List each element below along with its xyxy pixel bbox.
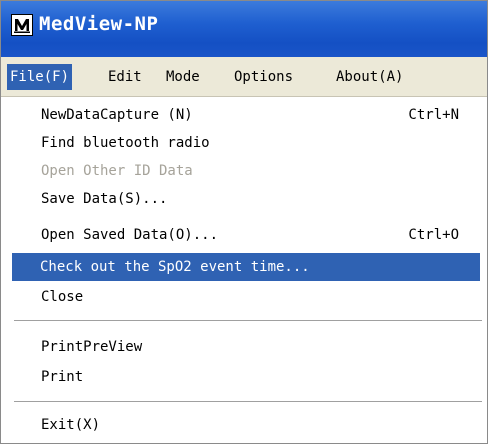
menu-item-label: Save Data(S)... (41, 191, 168, 207)
menu-item-label: Print (41, 369, 84, 385)
menu-item-open-saved-data[interactable]: Open Saved Data(O)... Ctrl+O (13, 221, 485, 249)
menu-item-find-bluetooth-radio[interactable]: Find bluetooth radio (13, 129, 485, 157)
menu-item-label: Find bluetooth radio (41, 135, 210, 151)
window-title: MedView-NP (39, 13, 159, 35)
menu-item-label: NewDataCapture (N) (41, 107, 193, 123)
menu-bar: File(F) Edit Mode Options About(A) (1, 57, 487, 97)
menu-options[interactable]: Options (231, 64, 296, 90)
menu-item-print[interactable]: Print (13, 363, 485, 391)
menu-item-label: Check out the SpO2 event time... (40, 259, 310, 275)
shortcut-label: Ctrl+N (408, 107, 459, 123)
menu-item-exit[interactable]: Exit(X) (13, 411, 485, 439)
menu-item-new-data-capture[interactable]: NewDataCapture (N) Ctrl+N (13, 101, 485, 129)
menu-item-open-other-id-data: Open Other ID Data (13, 157, 485, 185)
menu-mode[interactable]: Mode (163, 64, 203, 90)
menu-item-label: Close (41, 289, 84, 305)
menu-item-check-spo2-event-time[interactable]: Check out the SpO2 event time... (12, 253, 480, 281)
menu-item-label: Exit(X) (41, 417, 101, 433)
medview-app-icon[interactable] (11, 14, 33, 36)
menu-separator (14, 401, 482, 403)
menu-item-close[interactable]: Close (13, 283, 485, 311)
menu-item-label: PrintPreView (41, 339, 143, 355)
shortcut-label: Ctrl+O (408, 227, 459, 243)
menu-separator (14, 320, 482, 322)
menu-edit[interactable]: Edit (105, 64, 145, 90)
application-window: MedView-NP File(F) Edit Mode Options Abo… (0, 0, 488, 444)
menu-item-save-data[interactable]: Save Data(S)... (13, 185, 485, 213)
menu-item-label: Open Saved Data(O)... (41, 227, 219, 243)
menu-about[interactable]: About(A) (333, 64, 406, 90)
menu-item-label: Open Other ID Data (41, 163, 193, 179)
menu-file[interactable]: File(F) (7, 64, 73, 90)
file-dropdown-menu: NewDataCapture (N) Ctrl+N Find bluetooth… (1, 97, 487, 443)
title-bar[interactable]: MedView-NP (1, 1, 487, 57)
menu-item-print-preview[interactable]: PrintPreView (13, 333, 485, 361)
